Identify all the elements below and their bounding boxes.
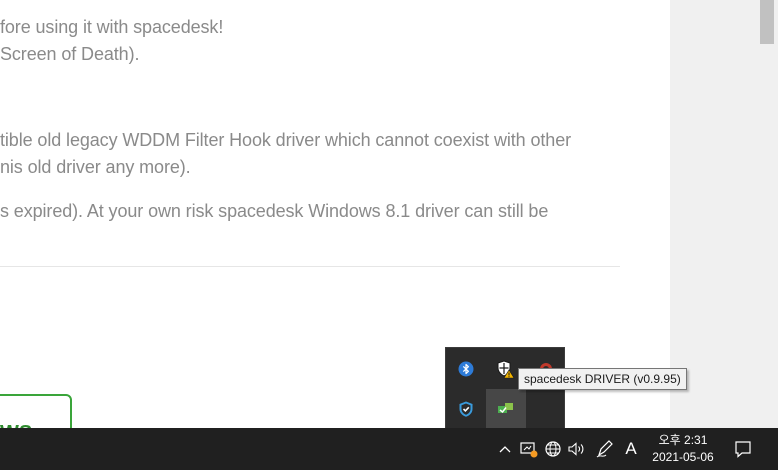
paragraph-line-4: nis old driver any more).: [0, 157, 191, 177]
windows-security-warning-icon: [497, 360, 515, 379]
ime-mode-button[interactable]: A: [620, 428, 642, 470]
taskbar: A 오후 2:31 2021-05-06: [0, 428, 778, 470]
paragraph-line-2: Screen of Death).: [0, 44, 140, 64]
language-tray-button[interactable]: [543, 428, 563, 470]
web-page-content: fore using it with spacedesk! Screen of …: [0, 0, 670, 428]
scrollbar-thumb[interactable]: [760, 0, 774, 44]
language-globe-icon: [545, 441, 561, 457]
volume-button[interactable]: [566, 428, 588, 470]
defender-shield-icon: [459, 401, 473, 417]
network-tray-button[interactable]: [518, 428, 540, 470]
taskbar-clock[interactable]: 오후 2:31 2021-05-06: [646, 428, 720, 470]
spacedesk-tooltip: spacedesk DRIVER (v0.9.95): [518, 368, 687, 390]
clock-time: 오후 2:31: [658, 433, 708, 447]
notifications-icon: [735, 441, 751, 458]
network-warning-icon: [520, 442, 538, 458]
pen-workspace-button[interactable]: [594, 428, 616, 470]
paragraph-line-3: tible old legacy WDDM Filter Hook driver…: [0, 130, 572, 150]
paragraph-line-5: s expired). At your own risk spacedesk W…: [0, 201, 549, 221]
pen-icon: [596, 440, 613, 458]
defender-tray-button[interactable]: [446, 389, 486, 429]
bluetooth-icon: [458, 361, 474, 377]
bluetooth-tray-button[interactable]: [446, 349, 486, 389]
download-button[interactable]: WS: [0, 394, 72, 428]
page-margin: [670, 0, 758, 428]
paragraph-line-1: fore using it with spacedesk!: [0, 17, 224, 37]
section-divider: [0, 266, 620, 267]
vertical-scrollbar[interactable]: [758, 0, 778, 428]
chevron-up-icon: [499, 446, 511, 453]
clock-date: 2021-05-06: [652, 450, 714, 464]
volume-icon: [568, 442, 584, 456]
action-center-button[interactable]: [730, 428, 756, 470]
spacedesk-driver-tray-button[interactable]: [486, 389, 526, 429]
spacedesk-driver-icon: [498, 403, 513, 414]
show-hidden-icons-button[interactable]: [496, 428, 514, 470]
